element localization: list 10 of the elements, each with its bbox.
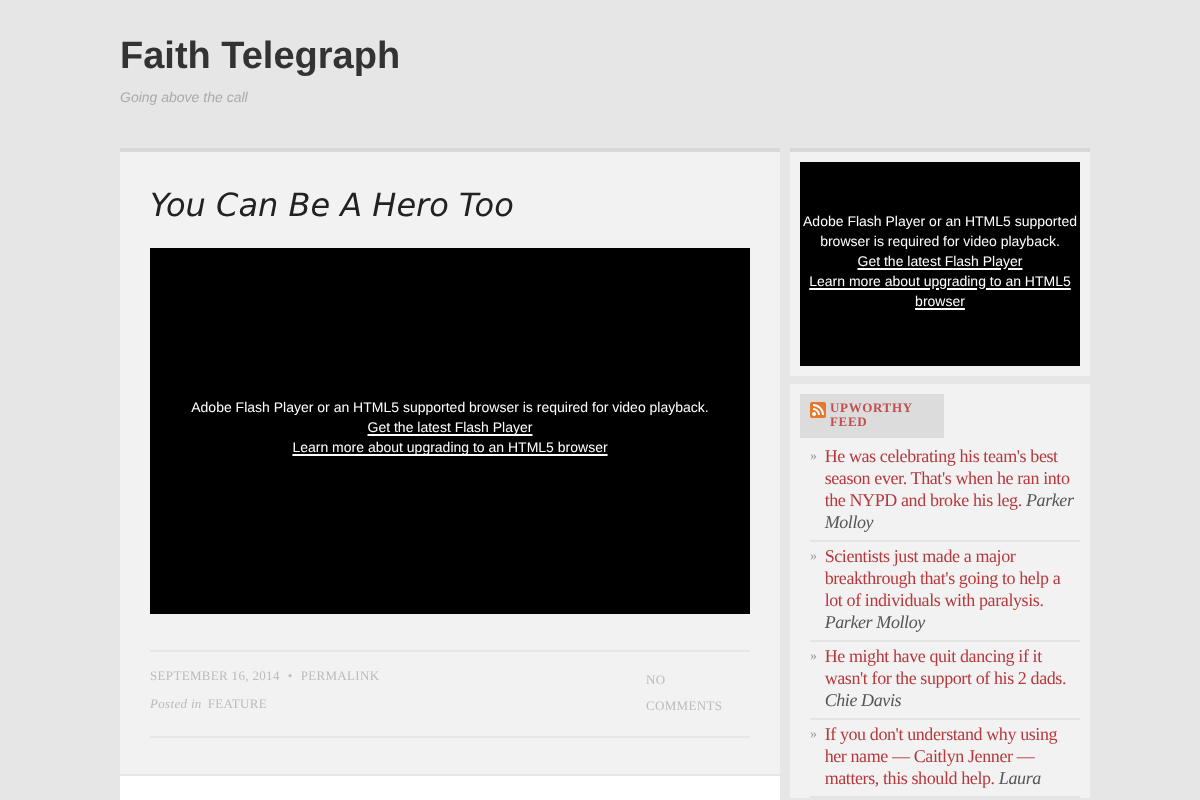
feed-item[interactable]: If you don't understand why using her name — Caitlyn Jenner — matters, this should help. Laura [824,724,1080,790]
feed-item[interactable]: Scientists just made a major breakthrough that's going to help a lot of individuals with paralysis. Parker Molloy [824,546,1080,634]
feed-item[interactable]: He was celebrating his team's best season ever. That's when he ran into the NYPD and broke his leg. Parker Molloy [824,446,1080,534]
rss-icon [810,401,826,417]
site-title[interactable]: Faith Telegraph [120,30,1200,86]
feed-author: Chie Davis [824,690,902,710]
feed-item[interactable]: He might have quit dancing if it wasn't for the support of his 2 dads. Chie Davis [824,646,1080,712]
feed-author: Laura [998,768,1041,788]
feed-author: Parker Molloy [824,612,925,632]
post-title[interactable]: You Can Be A Hero Too [150,179,750,231]
